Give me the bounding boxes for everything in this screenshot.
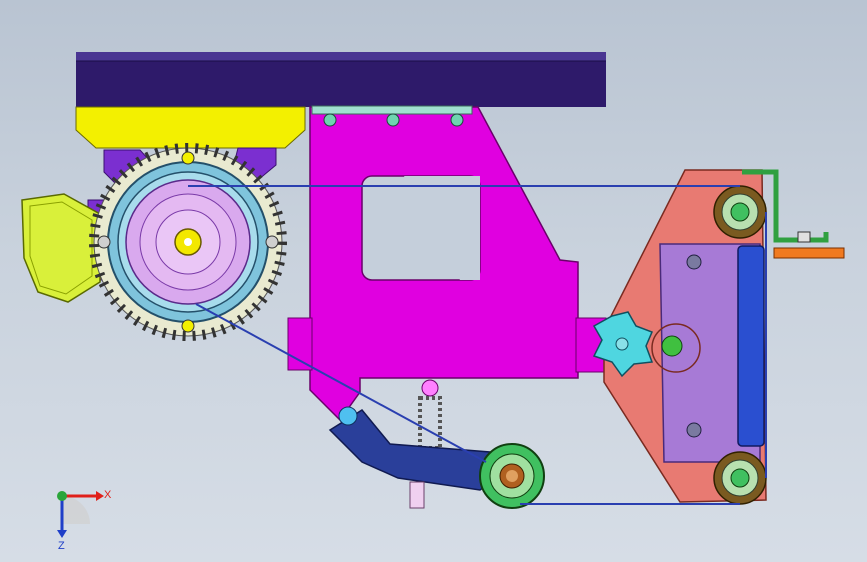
top-rail: [76, 52, 606, 107]
pivot-pin: [338, 406, 358, 426]
tension-spring: [418, 379, 442, 450]
coordinate-triad: X Z: [57, 489, 112, 552]
cad-viewport[interactable]: X Z: [0, 0, 867, 562]
z-axis-label: Z: [58, 540, 65, 552]
platen: [737, 245, 765, 447]
motor-bolt-bottom: [181, 319, 195, 333]
bottom-idler-pulley: [713, 451, 767, 505]
motor-bolt-left: [97, 235, 111, 249]
orange-tab: [773, 247, 845, 259]
motor-mount: [75, 106, 306, 149]
main-arm: [287, 105, 607, 422]
adjust-bolt: [409, 481, 425, 509]
plate-bolt-1: [686, 254, 702, 270]
arm-bolt-3: [450, 113, 464, 127]
plate-pin: [661, 335, 683, 357]
x-axis-label: X: [104, 489, 112, 501]
arm-bolt-2: [386, 113, 400, 127]
top-idler-pulley: [713, 185, 767, 239]
terminal-box: [21, 193, 101, 303]
motor-bolt-top: [181, 151, 195, 165]
arm-bolt-1: [323, 113, 337, 127]
plate-bolt-2: [686, 422, 702, 438]
tension-idler: [479, 443, 545, 509]
motor-bolt-right: [265, 235, 279, 249]
